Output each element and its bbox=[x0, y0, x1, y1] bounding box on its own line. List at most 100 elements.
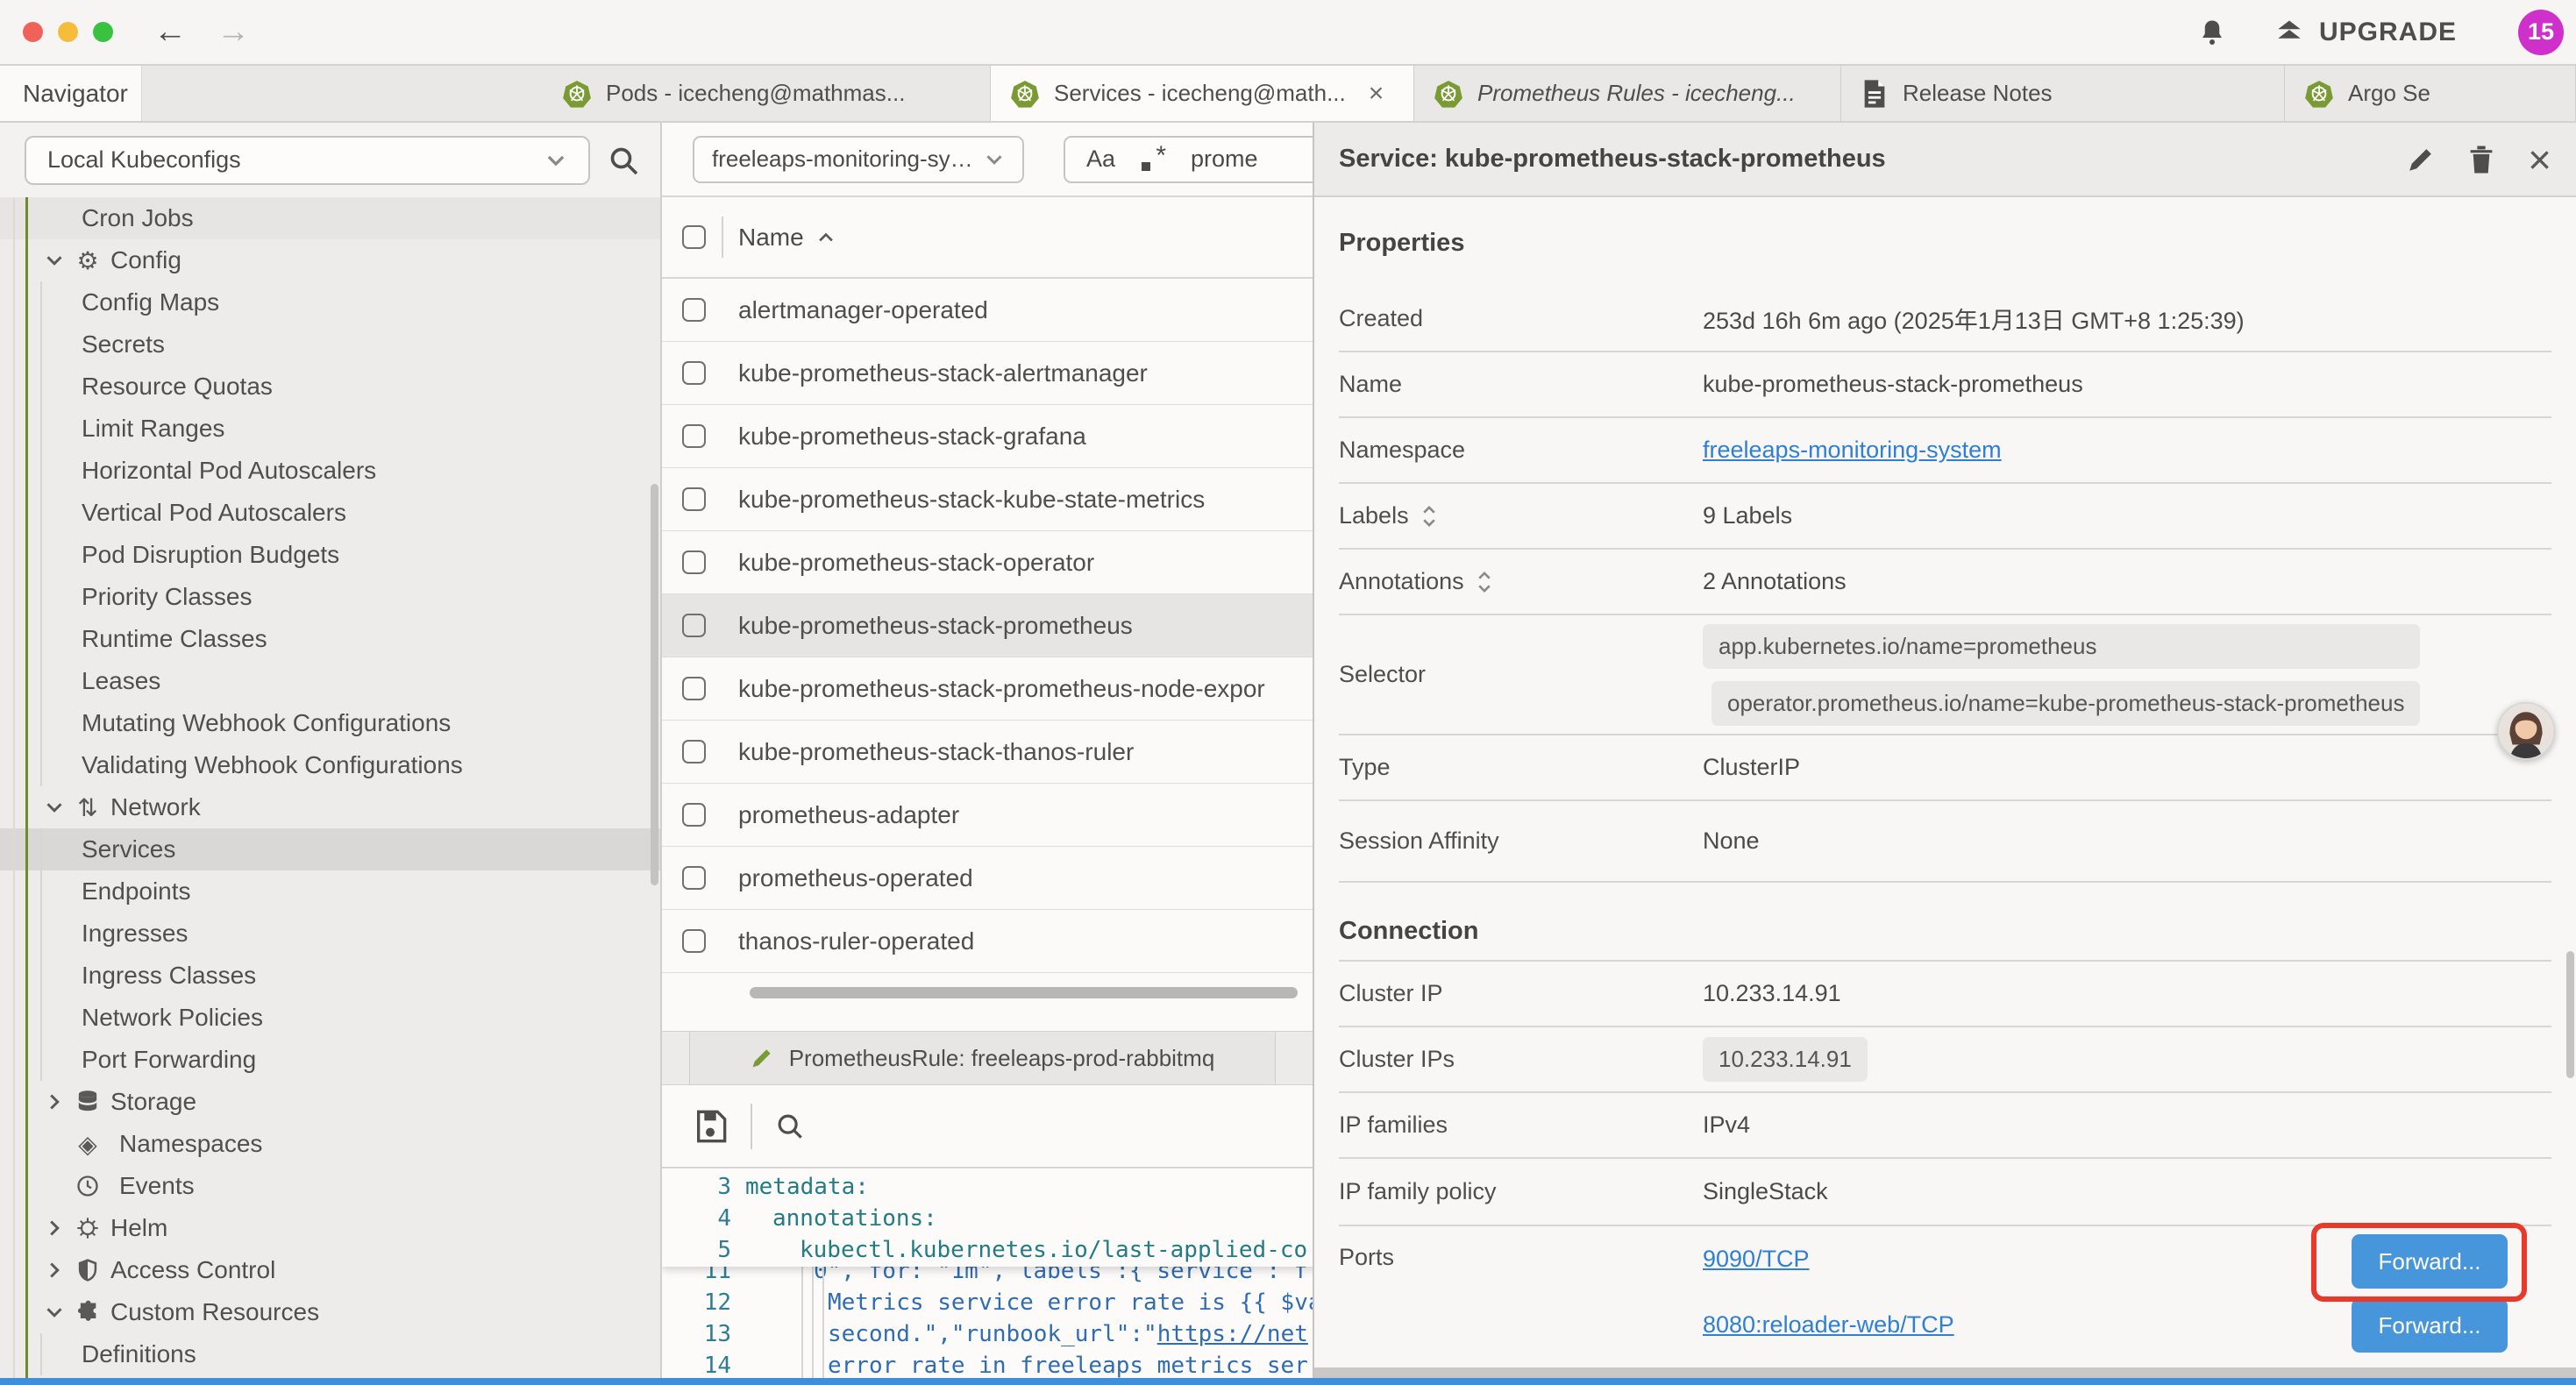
tab-prometheus-rules[interactable]: Prometheus Rules - icecheng... bbox=[1414, 66, 1841, 121]
annotations-row: Annotations 2 Annotations bbox=[1339, 550, 2551, 615]
expand-collapse-icon[interactable] bbox=[1421, 505, 1437, 528]
horizontal-scrollbar[interactable] bbox=[750, 987, 1298, 998]
sidebar-item-vertical-pod-autoscalers[interactable]: Vertical Pod Autoscalers bbox=[0, 492, 660, 534]
name-column-header[interactable]: Name bbox=[738, 224, 836, 252]
labels-row: Labels 9 Labels bbox=[1339, 484, 2551, 550]
expand-collapse-icon[interactable] bbox=[1477, 571, 1492, 593]
row-checkbox[interactable] bbox=[682, 361, 706, 385]
assistant-avatar[interactable] bbox=[2497, 702, 2555, 760]
edit-icon[interactable] bbox=[2407, 146, 2435, 174]
upgrade-button[interactable]: UPGRADE bbox=[2274, 17, 2457, 48]
annotations-count[interactable]: 2 Annotations bbox=[1703, 568, 1847, 595]
search-value: prome bbox=[1191, 146, 1258, 173]
row-checkbox[interactable] bbox=[682, 740, 706, 764]
namespace-row: Namespace freeleaps-monitoring-system bbox=[1339, 418, 2551, 484]
tab-services[interactable]: Services - icecheng@math... × bbox=[991, 66, 1414, 121]
chevron-down-icon[interactable] bbox=[44, 250, 65, 271]
tab-pods[interactable]: Pods - icecheng@mathmas... bbox=[543, 66, 991, 121]
sidebar-search-icon[interactable] bbox=[606, 143, 641, 178]
notification-count-badge[interactable]: 15 bbox=[2518, 10, 2564, 55]
tab-argo[interactable]: Argo Se bbox=[2285, 66, 2576, 121]
sidebar-scrollbar[interactable] bbox=[651, 484, 658, 885]
navigator-title: Navigator bbox=[23, 80, 128, 108]
tab-release-notes[interactable]: Release Notes bbox=[1841, 66, 2285, 121]
sidebar-item-cron-jobs[interactable]: Cron Jobs bbox=[0, 197, 660, 239]
sidebar-item-horizontal-pod-autoscalers[interactable]: Horizontal Pod Autoscalers bbox=[0, 450, 660, 492]
tab-close-icon[interactable]: × bbox=[1369, 79, 1384, 109]
row-checkbox[interactable] bbox=[682, 298, 706, 322]
sidebar-item-ingresses[interactable]: Ingresses bbox=[0, 913, 660, 955]
navigator-panel-tab[interactable]: Navigator bbox=[0, 66, 142, 121]
back-button[interactable]: ← bbox=[153, 13, 187, 51]
row-checkbox[interactable] bbox=[682, 866, 706, 890]
sidebar-item-port-forwarding[interactable]: Port Forwarding bbox=[0, 1039, 660, 1081]
case-sensitive-toggle[interactable]: Aa bbox=[1086, 146, 1115, 173]
chevron-down-icon[interactable] bbox=[44, 797, 65, 818]
row-checkbox[interactable] bbox=[682, 677, 706, 700]
sidebar-item-events[interactable]: Events bbox=[0, 1165, 660, 1207]
sidebar-group-access-control[interactable]: Access Control bbox=[0, 1249, 660, 1291]
sidebar-item-services[interactable]: Services bbox=[0, 828, 660, 870]
labels-count[interactable]: 9 Labels bbox=[1703, 502, 1792, 529]
port-link[interactable]: 8080:reloader-web/TCP bbox=[1703, 1311, 1954, 1339]
prometheusrule-editor-tab[interactable]: PrometheusRule: freeleaps-prod-rabbitmq bbox=[689, 1032, 1276, 1084]
row-checkbox[interactable] bbox=[682, 929, 706, 953]
chevron-down-icon[interactable] bbox=[44, 1302, 65, 1323]
row-checkbox[interactable] bbox=[682, 550, 706, 574]
sidebar-item-mutating-webhook-configurations[interactable]: Mutating Webhook Configurations bbox=[0, 702, 660, 744]
row-checkbox[interactable] bbox=[682, 614, 706, 637]
sidebar-item-endpoints[interactable]: Endpoints bbox=[0, 870, 660, 913]
editor-search-icon[interactable] bbox=[773, 1110, 807, 1143]
namespace-link[interactable]: freeleaps-monitoring-system bbox=[1703, 437, 2002, 464]
port-link[interactable]: 9090/TCP bbox=[1703, 1246, 1810, 1273]
row-checkbox[interactable] bbox=[682, 424, 706, 448]
sidebar-item-limit-ranges[interactable]: Limit Ranges bbox=[0, 408, 660, 450]
close-window-button[interactable] bbox=[23, 22, 43, 42]
selector-chip[interactable]: app.kubernetes.io/name=prometheus bbox=[1703, 624, 2420, 669]
row-checkbox[interactable] bbox=[682, 803, 706, 827]
forward-port-button[interactable]: Forward... bbox=[2352, 1298, 2508, 1353]
sidebar-group-storage[interactable]: Storage bbox=[0, 1081, 660, 1123]
sidebar-item-definitions[interactable]: Definitions bbox=[0, 1333, 660, 1375]
ip-families-row: IP families IPv4 bbox=[1339, 1093, 2551, 1159]
regex-toggle[interactable]: * bbox=[1140, 146, 1166, 173]
notifications-bell-icon[interactable] bbox=[2196, 17, 2228, 48]
kubeconfig-selector[interactable]: Local Kubeconfigs bbox=[25, 136, 590, 185]
forward-button[interactable]: → bbox=[217, 13, 250, 51]
chevron-right-icon[interactable] bbox=[44, 1218, 65, 1239]
sidebar-item-config-maps[interactable]: Config Maps bbox=[0, 281, 660, 323]
sidebar-group-helm[interactable]: Helm bbox=[0, 1207, 660, 1249]
save-icon[interactable] bbox=[693, 1109, 728, 1144]
sidebar-group-custom-resources[interactable]: Custom Resources bbox=[0, 1291, 660, 1333]
sidebar-item-resource-quotas[interactable]: Resource Quotas bbox=[0, 366, 660, 408]
detail-scrollbar[interactable] bbox=[2566, 951, 2574, 1078]
selector-chip[interactable]: operator.prometheus.io/name=kube-prometh… bbox=[1711, 681, 2420, 726]
sidebar-item-leases[interactable]: Leases bbox=[0, 660, 660, 702]
helm-wheel-icon bbox=[74, 1216, 102, 1240]
delete-trash-icon[interactable] bbox=[2468, 145, 2494, 174]
indent-guide bbox=[812, 1267, 814, 1378]
sidebar-item-runtime-classes[interactable]: Runtime Classes bbox=[0, 618, 660, 660]
sidebar-item-secrets[interactable]: Secrets bbox=[0, 323, 660, 366]
maximize-window-button[interactable] bbox=[93, 22, 113, 42]
row-checkbox[interactable] bbox=[682, 487, 706, 511]
sidebar-item-namespaces[interactable]: ◈ Namespaces bbox=[0, 1123, 660, 1165]
sidebar-item-priority-classes[interactable]: Priority Classes bbox=[0, 576, 660, 618]
name-value: kube-prometheus-stack-prometheus bbox=[1703, 371, 2083, 398]
select-all-checkbox[interactable] bbox=[682, 225, 706, 249]
sidebar-item-ingress-classes[interactable]: Ingress Classes bbox=[0, 955, 660, 997]
database-icon bbox=[74, 1090, 102, 1114]
sidebar-item-network-policies[interactable]: Network Policies bbox=[0, 997, 660, 1039]
chevron-right-icon[interactable] bbox=[44, 1091, 65, 1112]
sidebar-item-pod-disruption-budgets[interactable]: Pod Disruption Budgets bbox=[0, 534, 660, 576]
close-panel-icon[interactable]: × bbox=[2528, 139, 2551, 180]
sidebar-group-network[interactable]: ⇅ Network bbox=[0, 786, 660, 828]
minimize-window-button[interactable] bbox=[58, 22, 78, 42]
puzzle-icon bbox=[74, 1300, 102, 1325]
runbook-url-link[interactable]: https://net bbox=[1157, 1321, 1308, 1347]
chevron-right-icon[interactable] bbox=[44, 1260, 65, 1281]
cluster-ips-chip[interactable]: 10.233.14.91 bbox=[1703, 1037, 1868, 1082]
namespace-selector[interactable]: freeleaps-monitoring-system bbox=[693, 136, 1024, 183]
sidebar-item-validating-webhook-configurations[interactable]: Validating Webhook Configurations bbox=[0, 744, 660, 786]
sidebar-group-config[interactable]: ⚙ Config bbox=[0, 239, 660, 281]
